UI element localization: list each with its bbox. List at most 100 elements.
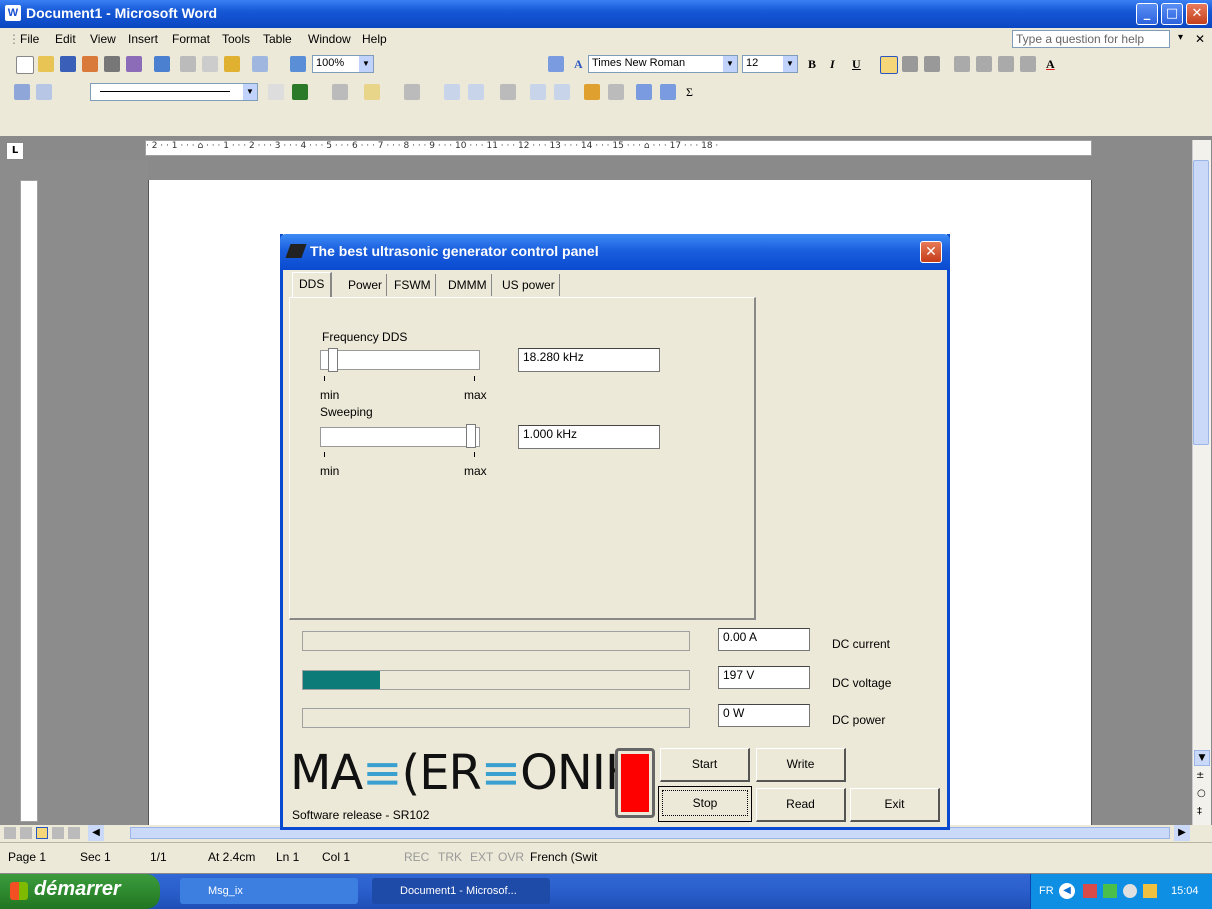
volume-icon[interactable] — [1103, 884, 1117, 898]
stop-button[interactable]: Stop — [658, 786, 752, 822]
dc-power-value[interactable]: 0 W — [718, 704, 810, 727]
maximize-button[interactable]: □ — [1161, 3, 1183, 25]
web-view-icon[interactable] — [20, 827, 32, 839]
help-dropdown-icon[interactable]: ▾ — [1178, 32, 1183, 43]
chevron-down-icon[interactable]: ▼ — [783, 56, 797, 72]
reading-view-icon[interactable] — [68, 827, 80, 839]
table-icon[interactable] — [404, 84, 420, 100]
styles-pane-icon[interactable]: A — [574, 57, 583, 72]
new-doc-icon[interactable] — [16, 56, 34, 74]
prev-page-icon[interactable]: ± — [1196, 770, 1204, 781]
distribute-rows-icon[interactable] — [530, 84, 546, 100]
menu-table[interactable]: Table — [263, 32, 292, 46]
scroll-left-icon[interactable]: ◀ — [88, 825, 104, 841]
tab-fswm[interactable]: FSWM — [390, 274, 436, 296]
menu-insert[interactable]: Insert — [128, 32, 158, 46]
read-button[interactable]: Read — [756, 788, 846, 822]
numbering-icon[interactable] — [954, 56, 970, 72]
cut-icon[interactable] — [180, 56, 196, 72]
borders-icon[interactable] — [332, 84, 348, 100]
menu-window[interactable]: Window — [308, 32, 351, 46]
font-combo[interactable]: Times New Roman ▼ — [588, 55, 738, 73]
menu-edit[interactable]: Edit — [55, 32, 76, 46]
exit-button[interactable]: Exit — [850, 788, 940, 822]
print-icon[interactable] — [104, 56, 120, 72]
spelling-icon[interactable] — [154, 56, 170, 72]
tab-dmmm[interactable]: DMMM — [444, 274, 492, 296]
vertical-ruler[interactable] — [20, 180, 38, 822]
horizontal-ruler[interactable]: · 2 · · 1 · · · ⌂ · · · 1 · · · 2 · · · … — [145, 140, 1092, 156]
align-left-icon[interactable] — [880, 56, 898, 74]
sort-desc-icon[interactable] — [660, 84, 676, 100]
help-search-input[interactable]: Type a question for help — [1012, 30, 1170, 48]
start-button[interactable]: Start — [660, 748, 750, 782]
tab-us-power[interactable]: US power — [498, 274, 560, 296]
status-ext[interactable]: EXT — [470, 850, 493, 864]
align-right-icon[interactable] — [924, 56, 940, 72]
italic-button[interactable]: I — [830, 57, 835, 72]
status-rec[interactable]: REC — [404, 850, 429, 864]
status-ovr[interactable]: OVR — [498, 850, 524, 864]
chevron-down-icon[interactable]: ▼ — [243, 84, 257, 100]
chevron-down-icon[interactable]: ▼ — [723, 56, 737, 72]
scroll-thumb[interactable] — [1193, 160, 1209, 445]
menu-help[interactable]: Help — [362, 32, 387, 46]
autoformat-icon[interactable] — [584, 84, 600, 100]
phone-icon[interactable] — [1143, 884, 1157, 898]
dc-voltage-value[interactable]: 197 V — [718, 666, 810, 689]
menu-tools[interactable]: Tools — [222, 32, 250, 46]
status-trk[interactable]: TRK — [438, 850, 462, 864]
sweeping-slider-track[interactable] — [320, 427, 480, 447]
sweeping-slider-thumb[interactable] — [465, 424, 476, 448]
start-button[interactable]: démarrer — [0, 874, 160, 909]
decrease-indent-icon[interactable] — [998, 56, 1014, 72]
font-color-button[interactable]: A — [1046, 57, 1055, 72]
permission-icon[interactable] — [82, 56, 98, 72]
dialog-title-bar[interactable]: The best ultrasonic generator control pa… — [280, 234, 950, 270]
bullets-icon[interactable] — [976, 56, 992, 72]
dialog-close-button[interactable]: ✕ — [920, 241, 942, 263]
copy-icon[interactable] — [202, 56, 218, 72]
format-painter-icon[interactable] — [224, 56, 240, 72]
scroll-right-icon[interactable]: ▶ — [1174, 825, 1190, 841]
sort-asc-icon[interactable] — [636, 84, 652, 100]
chevron-down-icon[interactable]: ▼ — [359, 56, 373, 72]
write-button[interactable]: Write — [756, 748, 846, 782]
security-icon[interactable] — [1123, 884, 1137, 898]
underline-button[interactable]: U — [852, 57, 861, 72]
line-weight-icon[interactable] — [268, 84, 284, 100]
print-layout-icon[interactable] — [36, 827, 48, 839]
edit2-icon[interactable] — [36, 84, 52, 100]
autosum-icon[interactable]: Σ — [686, 85, 693, 100]
line-color-icon[interactable] — [292, 84, 308, 100]
merge-icon[interactable] — [444, 84, 460, 100]
menu-format[interactable]: Format — [172, 32, 210, 46]
print-preview-icon[interactable] — [126, 56, 142, 72]
increase-indent-icon[interactable] — [1020, 56, 1036, 72]
tab-power[interactable]: Power — [344, 274, 388, 296]
close-button[interactable]: ✕ — [1186, 3, 1208, 25]
doc-close-icon[interactable]: ✕ — [1195, 32, 1205, 46]
zoom-icon[interactable] — [290, 56, 306, 72]
dc-current-value[interactable]: 0.00 A — [718, 628, 810, 651]
network-icon[interactable] — [1083, 884, 1097, 898]
scroll-down-icon[interactable]: ▼ — [1194, 750, 1210, 766]
frequency-slider-thumb[interactable] — [327, 348, 338, 372]
menu-view[interactable]: View — [90, 32, 116, 46]
open-icon[interactable] — [38, 56, 54, 72]
menu-file[interactable]: File — [20, 32, 39, 46]
frequency-slider-track[interactable] — [320, 350, 480, 370]
tab-selector[interactable]: L — [6, 142, 24, 160]
undo-icon[interactable] — [252, 56, 268, 72]
next-page-icon[interactable]: ‡ — [1197, 806, 1202, 817]
edit-icon[interactable] — [14, 84, 30, 100]
normal-view-icon[interactable] — [4, 827, 16, 839]
styles-icon[interactable] — [548, 56, 564, 72]
minimize-button[interactable]: _ — [1136, 3, 1158, 25]
outline-view-icon[interactable] — [52, 827, 64, 839]
save-icon[interactable] — [60, 56, 76, 72]
text-direction-icon[interactable] — [608, 84, 624, 100]
tray-expand-icon[interactable]: ◀ — [1059, 883, 1075, 899]
task-msg-ix[interactable]: Msg_ix — [180, 878, 358, 904]
browse-object-icon[interactable]: ○ — [1197, 788, 1206, 799]
